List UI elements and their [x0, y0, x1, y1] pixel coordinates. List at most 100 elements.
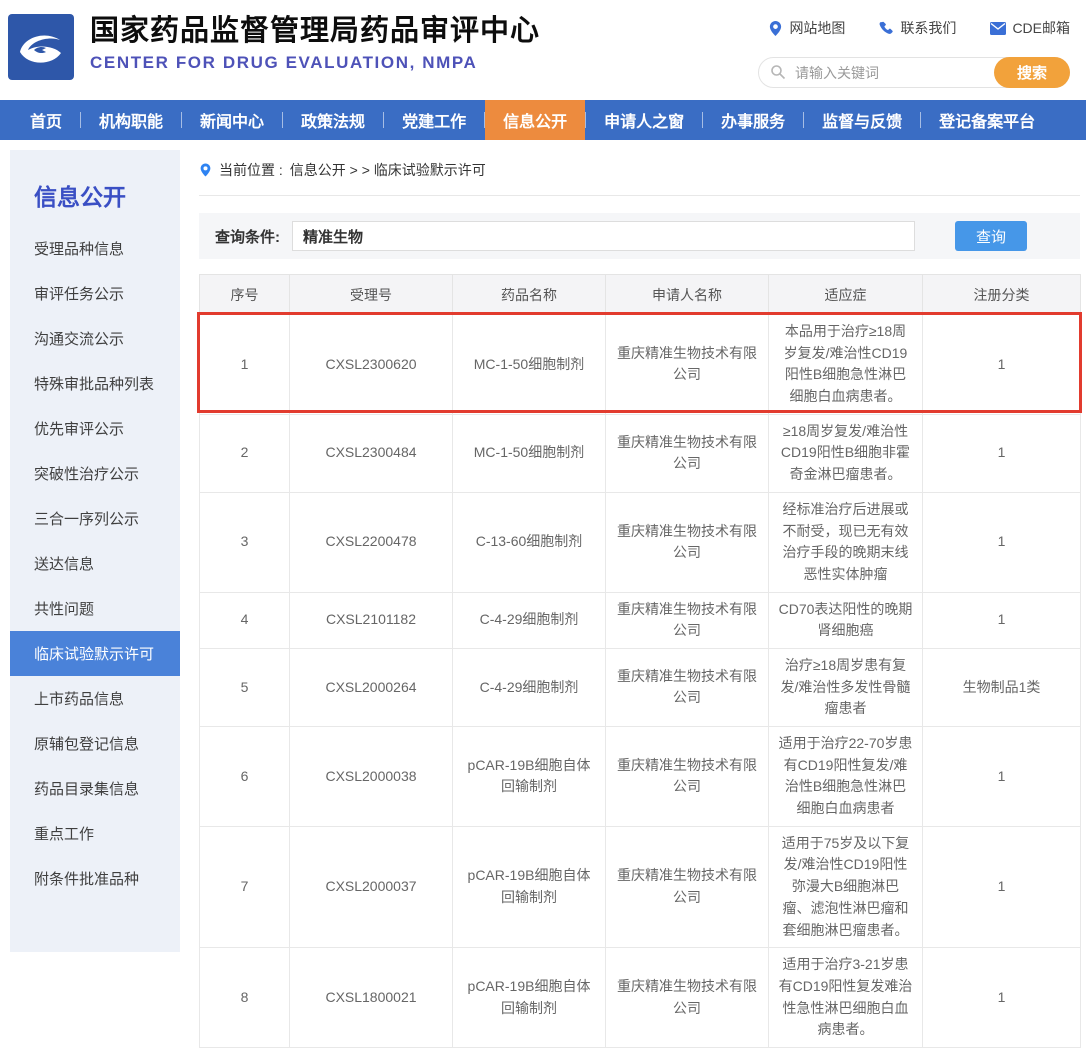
sidebar-item[interactable]: 审评任务公示	[10, 271, 180, 316]
sidebar-item[interactable]: 重点工作	[10, 811, 180, 856]
sidebar-item[interactable]: 药品目录集信息	[10, 766, 180, 811]
table-row: 8CXSL1800021pCAR-19B细胞自体回输制剂重庆精准生物技术有限公司…	[200, 948, 1081, 1048]
nav-item[interactable]: 登记备案平台	[921, 100, 1053, 140]
nav-item[interactable]: 办事服务	[703, 100, 803, 140]
table-cell: CXSL1800021	[290, 948, 453, 1048]
nav-item[interactable]: 信息公开	[485, 100, 585, 140]
table-cell: pCAR-19B细胞自体回输制剂	[453, 826, 606, 947]
nav-item[interactable]: 机构职能	[81, 100, 181, 140]
table-cell: 1	[923, 727, 1081, 827]
sidebar-items: 受理品种信息审评任务公示沟通交流公示特殊审批品种列表优先审评公示突破性治疗公示三…	[10, 226, 180, 901]
table-cell: CXSL2000038	[290, 727, 453, 827]
table-cell: 5	[200, 648, 290, 726]
nav-item[interactable]: 申请人之窗	[586, 100, 702, 140]
sidebar-item[interactable]: 送达信息	[10, 541, 180, 586]
table-cell: 重庆精准生物技术有限公司	[606, 492, 769, 592]
sidebar-item[interactable]: 临床试验默示许可	[10, 631, 180, 676]
table-cell: 2	[200, 414, 290, 492]
sidebar-title: 信息公开	[10, 150, 180, 226]
cde-mail-link-label: CDE邮箱	[1012, 18, 1070, 38]
sidebar-item[interactable]: 优先审评公示	[10, 406, 180, 451]
nav-item[interactable]: 政策法规	[283, 100, 383, 140]
breadcrumb-label: 当前位置 :	[219, 160, 283, 180]
main-panel: 当前位置 : 信息公开 > > 临床试验默示许可 查询条件: 查询 序号受理号药…	[199, 150, 1080, 1048]
results-table: 序号受理号药品名称申请人名称适应症注册分类 1CXSL2300620MC-1-5…	[199, 274, 1081, 1048]
sidebar: 信息公开 受理品种信息审评任务公示沟通交流公示特殊审批品种列表优先审评公示突破性…	[10, 150, 180, 952]
breadcrumb: 当前位置 : 信息公开 > > 临床试验默示许可	[199, 150, 1080, 196]
table-cell: CXSL2300620	[290, 315, 453, 415]
table-cell: MC-1-50细胞制剂	[453, 414, 606, 492]
table-row: 1CXSL2300620MC-1-50细胞制剂重庆精准生物技术有限公司本品用于治…	[200, 315, 1081, 415]
table-cell: C-4-29细胞制剂	[453, 592, 606, 648]
table-row: 2CXSL2300484MC-1-50细胞制剂重庆精准生物技术有限公司≥18周岁…	[200, 414, 1081, 492]
table-header-cell: 受理号	[290, 275, 453, 315]
mail-icon	[990, 22, 1006, 35]
sidebar-item[interactable]: 受理品种信息	[10, 226, 180, 271]
table-cell: 7	[200, 826, 290, 947]
nav-item[interactable]: 党建工作	[384, 100, 484, 140]
main-nav: 首页机构职能新闻中心政策法规党建工作信息公开申请人之窗办事服务监督与反馈登记备案…	[0, 100, 1086, 140]
query-button[interactable]: 查询	[955, 221, 1027, 251]
site-subtitle: CENTER FOR DRUG EVALUATION, NMPA	[90, 53, 540, 73]
table-header-cell: 药品名称	[453, 275, 606, 315]
table-cell: 经标准治疗后进展或不耐受，现已无有效治疗手段的晚期末线恶性实体肿瘤	[769, 492, 923, 592]
sidebar-item[interactable]: 三合一序列公示	[10, 496, 180, 541]
table-cell: C-4-29细胞制剂	[453, 648, 606, 726]
table-row: 7CXSL2000037pCAR-19B细胞自体回输制剂重庆精准生物技术有限公司…	[200, 826, 1081, 947]
table-cell: 1	[923, 826, 1081, 947]
table-cell: CD70表达阳性的晚期肾细胞癌	[769, 592, 923, 648]
table-header-cell: 注册分类	[923, 275, 1081, 315]
cde-logo-swoosh-icon	[14, 20, 68, 74]
table-cell: 1	[200, 315, 290, 415]
table-cell: 重庆精准生物技术有限公司	[606, 648, 769, 726]
table-cell: pCAR-19B细胞自体回输制剂	[453, 948, 606, 1048]
sitemap-link-label: 网站地图	[789, 18, 845, 38]
results-table-container: 序号受理号药品名称申请人名称适应症注册分类 1CXSL2300620MC-1-5…	[199, 274, 1080, 1048]
nav-item[interactable]: 监督与反馈	[804, 100, 920, 140]
table-cell: C-13-60细胞制剂	[453, 492, 606, 592]
content-area: 信息公开 受理品种信息审评任务公示沟通交流公示特殊审批品种列表优先审评公示突破性…	[0, 150, 1086, 952]
quick-links: 网站地图 联系我们 CDE邮箱	[768, 18, 1070, 38]
table-cell: 适用于治疗22-70岁患有CD19阳性复发/难治性B细胞急性淋巴细胞白血病患者	[769, 727, 923, 827]
sidebar-item[interactable]: 共性问题	[10, 586, 180, 631]
table-cell: 适用于75岁及以下复发/难治性CD19阳性弥漫大B细胞淋巴瘤、滤泡性淋巴瘤和套细…	[769, 826, 923, 947]
contact-link-label: 联系我们	[900, 18, 956, 38]
site-search: 搜索	[758, 57, 1070, 88]
sidebar-item[interactable]: 突破性治疗公示	[10, 451, 180, 496]
cde-mail-link[interactable]: CDE邮箱	[990, 18, 1070, 38]
sitemap-link[interactable]: 网站地图	[768, 18, 845, 38]
table-row: 5CXSL2000264C-4-29细胞制剂重庆精准生物技术有限公司治疗≥18周…	[200, 648, 1081, 726]
site-header: 国家药品监督管理局药品审评中心 CENTER FOR DRUG EVALUATI…	[0, 0, 1086, 100]
sidebar-item[interactable]: 原辅包登记信息	[10, 721, 180, 766]
table-header-row: 序号受理号药品名称申请人名称适应症注册分类	[200, 275, 1081, 315]
query-bar: 查询条件: 查询	[199, 213, 1080, 259]
contact-link[interactable]: 联系我们	[879, 18, 956, 38]
table-cell: 1	[923, 315, 1081, 415]
sidebar-item[interactable]: 沟通交流公示	[10, 316, 180, 361]
table-row: 3CXSL2200478C-13-60细胞制剂重庆精准生物技术有限公司经标准治疗…	[200, 492, 1081, 592]
search-icon	[770, 64, 786, 80]
table-cell: 生物制品1类	[923, 648, 1081, 726]
breadcrumb-pin-icon	[199, 162, 212, 178]
sidebar-item[interactable]: 上市药品信息	[10, 676, 180, 721]
table-cell: 1	[923, 948, 1081, 1048]
nav-item[interactable]: 首页	[12, 100, 80, 140]
sidebar-item[interactable]: 特殊审批品种列表	[10, 361, 180, 406]
table-cell: 重庆精准生物技术有限公司	[606, 414, 769, 492]
table-header-cell: 申请人名称	[606, 275, 769, 315]
nav-item[interactable]: 新闻中心	[182, 100, 282, 140]
table-cell: 4	[200, 592, 290, 648]
table-cell: CXSL2300484	[290, 414, 453, 492]
location-pin-icon	[768, 21, 783, 36]
table-cell: CXSL2000037	[290, 826, 453, 947]
breadcrumb-path[interactable]: 信息公开 > > 临床试验默示许可	[290, 160, 486, 180]
query-input[interactable]	[292, 221, 915, 251]
table-cell: 1	[923, 592, 1081, 648]
table-header-cell: 序号	[200, 275, 290, 315]
table-cell: 3	[200, 492, 290, 592]
table-cell: MC-1-50细胞制剂	[453, 315, 606, 415]
table-cell: 适用于治疗3-21岁患有CD19阳性复发难治性急性淋巴细胞白血病患者。	[769, 948, 923, 1048]
search-button[interactable]: 搜索	[994, 57, 1070, 88]
sidebar-item[interactable]: 附条件批准品种	[10, 856, 180, 901]
table-cell: 6	[200, 727, 290, 827]
